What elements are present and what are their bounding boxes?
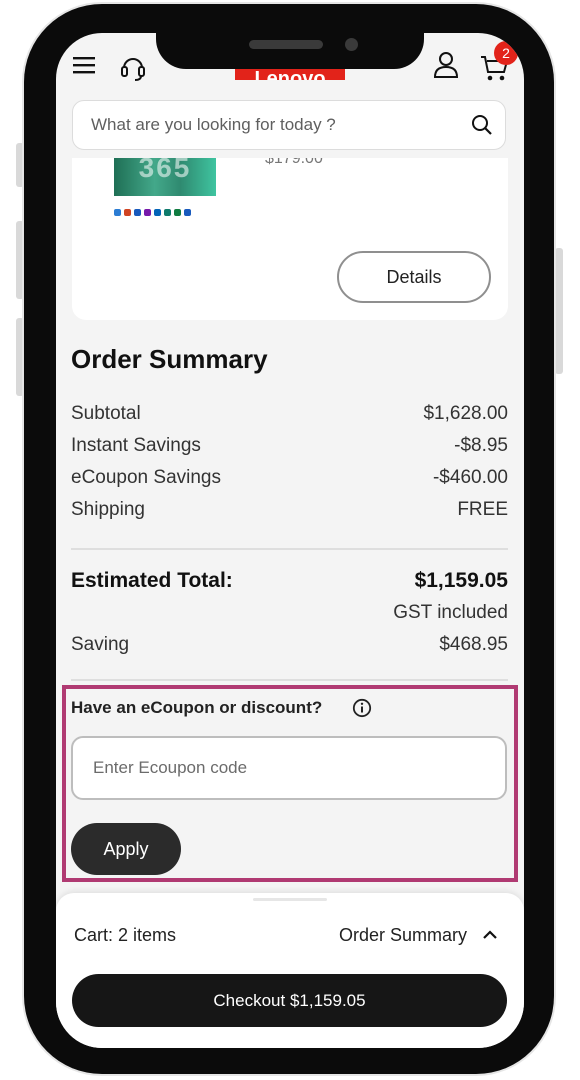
row-value: $1,628.00 [423,403,508,424]
row-label: Instant Savings [71,435,201,456]
order-summary-toggle-label[interactable]: Order Summary [339,925,467,945]
search-icon[interactable] [471,114,493,136]
row-value: FREE [457,499,508,520]
app-icons-strip [114,203,194,216]
info-icon[interactable] [352,698,372,718]
row-label: Shipping [71,499,145,520]
phone-notch [156,30,424,69]
row-label: Subtotal [71,403,141,424]
row-label: Saving [71,634,130,655]
front-camera [345,38,358,51]
order-summary-title: Order Summary [71,344,268,374]
chevron-up-icon[interactable] [482,929,498,941]
cart-count: Cart: 2 items [74,925,177,945]
search-bar[interactable]: What are you looking for today ? [72,100,506,150]
search-input[interactable]: What are you looking for today ? [91,101,336,149]
sheet-handle[interactable] [253,898,327,901]
cart-badge: 2 [494,41,518,65]
order-summary-toggle[interactable]: Order Summary [339,925,498,946]
estimated-total-value: $1,159.05 [414,569,508,592]
coupon-label: Have an eCoupon or discount? [71,698,323,717]
thumbnail-text: 365 [138,158,192,183]
summary-divider [71,679,508,681]
product-thumbnail: 365 [114,158,216,202]
bottom-sheet: Cart: 2 items Order Summary Checkout $1,… [56,893,524,1048]
checkout-button[interactable]: Checkout $1,159.05 [72,974,507,1027]
row-value: -$460.00 [432,467,508,488]
row-label: eCoupon Savings [71,467,221,488]
row-value: $468.95 [439,634,508,655]
tax-note: GST included [393,602,508,623]
headset-icon[interactable] [119,53,147,83]
summary-divider [71,548,508,550]
product-price: $179.00 [265,158,323,167]
power-button [555,248,563,374]
account-icon[interactable] [433,50,459,80]
ecoupon-placeholder[interactable]: Enter Ecoupon code [93,738,247,798]
speaker [249,40,323,49]
details-button[interactable]: Details [337,251,491,303]
screen: Lenovo 2 What are you looking for today … [56,33,524,1048]
ecoupon-code-field[interactable]: Enter Ecoupon code [71,736,507,800]
product-card: 365 $179.00 Details [72,158,508,320]
menu-icon[interactable] [72,55,98,77]
apply-button[interactable]: Apply [71,823,181,875]
row-value: -$8.95 [454,435,508,456]
estimated-total-label: Estimated Total: [71,569,233,592]
